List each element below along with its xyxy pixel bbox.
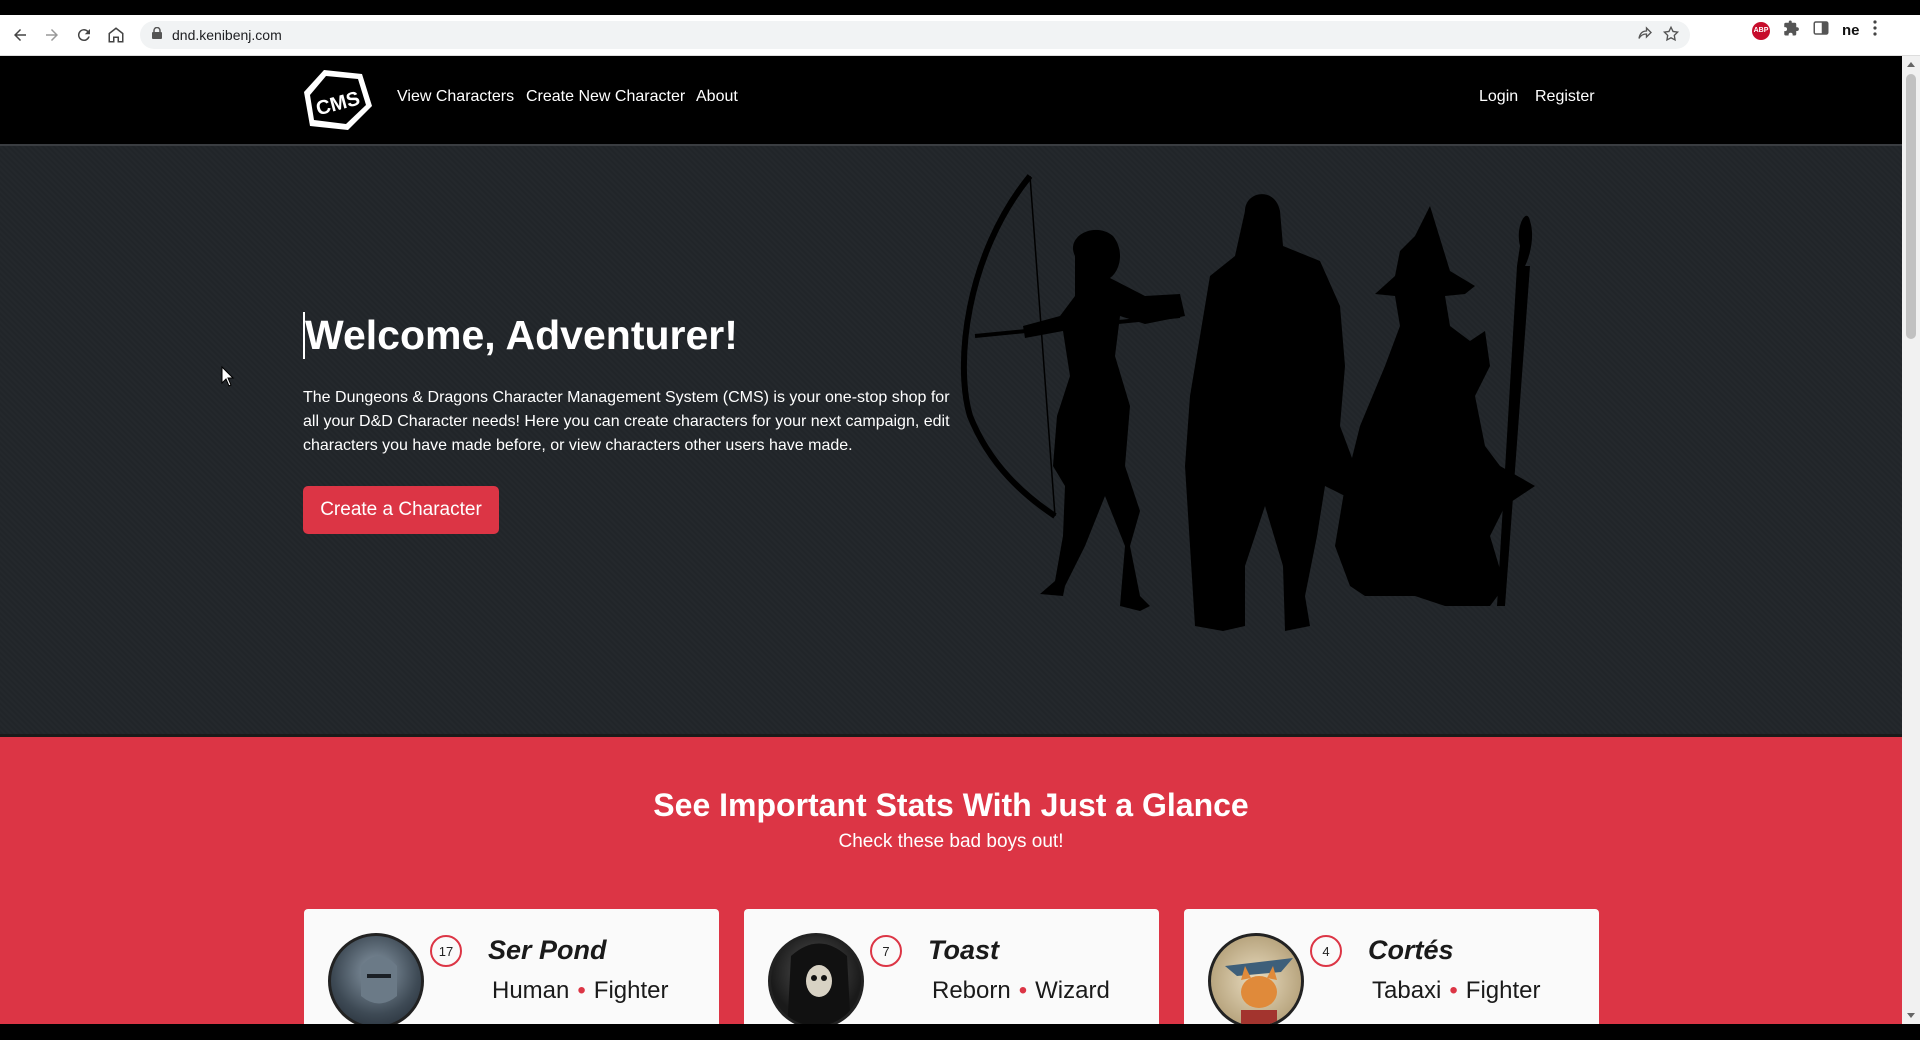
character-avatar bbox=[1208, 933, 1304, 1024]
scroll-up-icon[interactable] bbox=[1907, 62, 1915, 67]
lock-icon bbox=[152, 26, 162, 44]
page-viewport: CMS View Characters Create New Character… bbox=[0, 56, 1902, 1024]
nav-view-characters[interactable]: View Characters bbox=[397, 88, 514, 106]
character-race-class: Human • Fighter bbox=[492, 977, 668, 1005]
adblock-extension-icon[interactable]: ABP bbox=[1752, 21, 1770, 40]
site-navbar: CMS View Characters Create New Character… bbox=[0, 56, 1902, 144]
scroll-down-icon[interactable] bbox=[1907, 1013, 1915, 1018]
hero-title: Welcome, Adventurer! bbox=[303, 312, 738, 359]
nav-login[interactable]: Login bbox=[1479, 88, 1518, 106]
nav-about[interactable]: About bbox=[696, 88, 738, 106]
character-class: Fighter bbox=[593, 977, 669, 1004]
character-name: Toast bbox=[928, 935, 1000, 965]
mouse-cursor-icon bbox=[221, 366, 235, 387]
character-race-class: Tabaxi • Fighter bbox=[1372, 977, 1540, 1005]
character-race: Human bbox=[492, 977, 570, 1004]
nav-create-new-character[interactable]: Create New Character bbox=[526, 88, 685, 106]
character-card[interactable]: 17 Ser Pond Human • Fighter bbox=[304, 909, 719, 1024]
back-icon[interactable] bbox=[4, 19, 36, 51]
character-card[interactable]: 7 Toast Reborn • Wizard bbox=[744, 909, 1159, 1024]
url-text: dnd.kenibenj.com bbox=[172, 27, 282, 43]
level-badge: 4 bbox=[1310, 935, 1342, 967]
character-race-class: Reborn • Wizard bbox=[932, 977, 1110, 1005]
stats-subtitle: Check these bad boys out! bbox=[838, 831, 1064, 852]
separator-dot-icon: • bbox=[1449, 977, 1458, 1004]
level-badge: 7 bbox=[870, 935, 902, 967]
scroll-thumb[interactable] bbox=[1906, 74, 1916, 339]
adventurers-silhouette-image bbox=[960, 174, 1535, 631]
window-bottom-strip bbox=[0, 1024, 1920, 1040]
side-panel-icon[interactable] bbox=[1812, 19, 1830, 42]
character-class: Fighter bbox=[1465, 977, 1541, 1004]
browser-toolbar: dnd.kenibenj.com ABP ne bbox=[0, 15, 1920, 56]
stats-section: See Important Stats With Just a Glance C… bbox=[0, 734, 1902, 1024]
character-avatar bbox=[768, 933, 864, 1024]
window-top-strip bbox=[0, 0, 1920, 15]
level-badge: 17 bbox=[430, 935, 462, 967]
character-card[interactable]: 4 Cortés Tabaxi • Fighter bbox=[1184, 909, 1599, 1024]
hero-section: Welcome, Adventurer! The Dungeons & Drag… bbox=[0, 144, 1902, 736]
profile-button[interactable]: ne bbox=[1842, 22, 1860, 39]
share-icon[interactable] bbox=[1636, 25, 1654, 48]
nav-register[interactable]: Register bbox=[1535, 88, 1595, 106]
character-name: Ser Pond bbox=[488, 935, 607, 965]
character-class: Wizard bbox=[1035, 977, 1110, 1004]
page-scrollbar[interactable] bbox=[1902, 56, 1920, 1024]
character-avatar bbox=[328, 933, 424, 1024]
character-name: Cortés bbox=[1368, 935, 1454, 965]
create-character-button[interactable]: Create a Character bbox=[303, 486, 499, 534]
reload-icon[interactable] bbox=[68, 19, 100, 51]
separator-dot-icon: • bbox=[1018, 977, 1028, 1004]
hero-description: The Dungeons & Dragons Character Managem… bbox=[303, 389, 950, 454]
character-race: Tabaxi bbox=[1372, 977, 1442, 1004]
stats-title: See Important Stats With Just a Glance bbox=[653, 787, 1249, 823]
extensions-puzzle-icon[interactable] bbox=[1782, 19, 1800, 42]
bookmark-star-icon[interactable] bbox=[1662, 25, 1680, 48]
address-bar[interactable]: dnd.kenibenj.com bbox=[140, 21, 1690, 49]
home-icon[interactable] bbox=[100, 19, 132, 51]
forward-icon[interactable] bbox=[36, 19, 68, 51]
cms-logo-icon[interactable]: CMS bbox=[302, 68, 374, 132]
character-race: Reborn bbox=[932, 977, 1011, 1004]
separator-dot-icon: • bbox=[577, 977, 586, 1004]
menu-kebab-icon[interactable] bbox=[1872, 19, 1878, 42]
